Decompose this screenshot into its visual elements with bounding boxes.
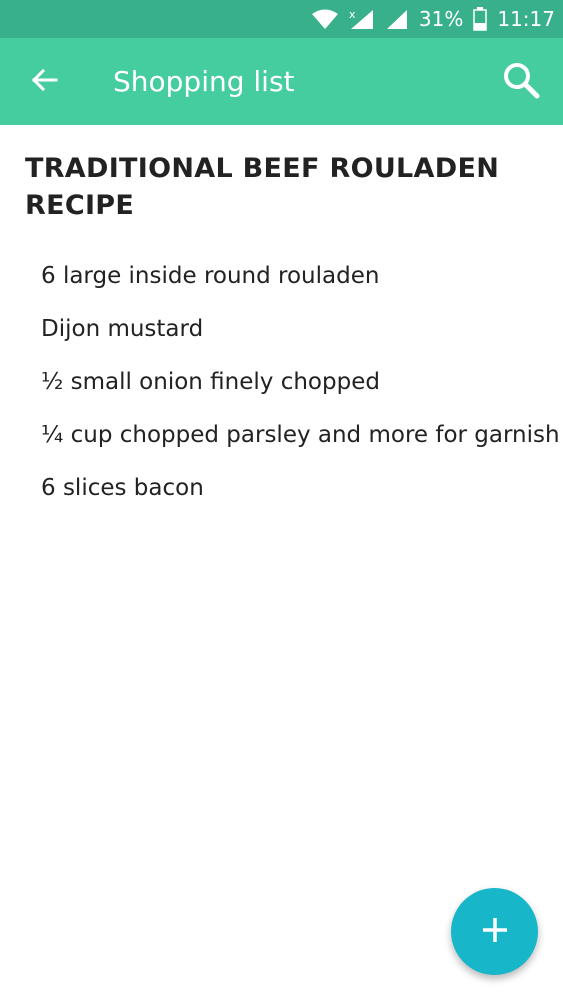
wifi-icon xyxy=(311,8,339,30)
battery-percent: 31% xyxy=(418,7,464,31)
page-title: Shopping list xyxy=(113,65,295,98)
app-bar: Shopping list xyxy=(0,38,563,125)
arrow-back-icon xyxy=(30,68,58,96)
list-item[interactable]: 6 slices bacon xyxy=(41,468,560,521)
search-icon xyxy=(502,61,540,103)
status-icons: x 31% 11:17 xyxy=(311,0,555,38)
svg-text:x: x xyxy=(349,8,356,21)
plus-icon xyxy=(482,917,508,947)
shopping-list: 6 large inside round rouladen Dijon must… xyxy=(41,256,560,521)
list-item[interactable]: ¼ cup chopped parsley and more for garni… xyxy=(41,415,560,468)
list-item[interactable]: ½ small onion finely chopped xyxy=(41,362,560,415)
back-button[interactable] xyxy=(26,64,62,100)
list-item[interactable]: 6 large inside round rouladen xyxy=(41,256,560,309)
signal-no-data-icon: x xyxy=(349,8,375,30)
clock: 11:17 xyxy=(497,7,555,31)
recipe-title: TRADITIONAL BEEF ROULADEN RECIPE xyxy=(25,153,500,221)
battery-icon xyxy=(473,7,488,31)
signal-icon xyxy=(385,8,409,30)
search-button[interactable] xyxy=(501,62,541,102)
status-bar: x 31% 11:17 xyxy=(0,0,563,38)
list-item[interactable]: Dijon mustard xyxy=(41,309,560,362)
add-item-button[interactable] xyxy=(451,888,538,975)
